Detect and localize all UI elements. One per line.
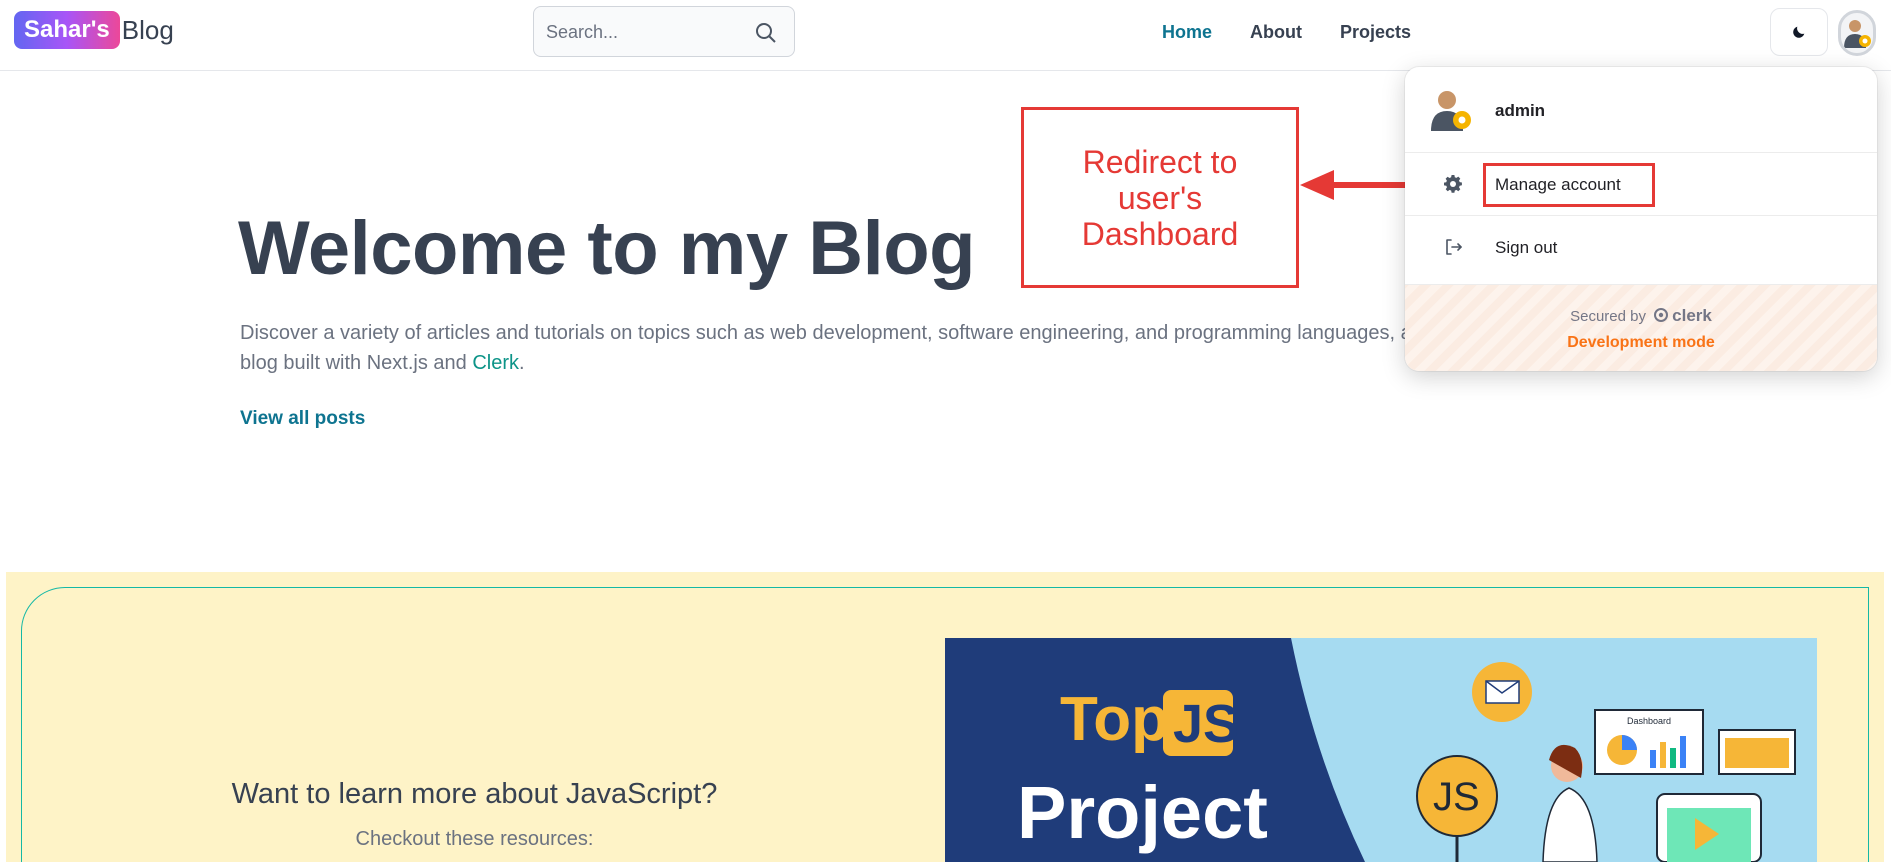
annotation-text: Redirect to user's Dashboard xyxy=(1082,144,1239,252)
annotation-line3: Dashboard xyxy=(1081,215,1239,252)
menu-footer: Secured by clerk Development mode xyxy=(1405,284,1877,371)
username: admin xyxy=(1495,101,1546,120)
promo-bulb-js-text: JS xyxy=(1433,775,1480,819)
promo-dashboard-label: Dashboard xyxy=(1627,716,1671,726)
site-header: Sahar's Blog Home About Projects xyxy=(0,0,1891,71)
promo-subtitle: Checkout these resources: xyxy=(355,828,594,850)
development-mode-label: Development mode xyxy=(1567,334,1715,351)
annotation-line1: Redirect to xyxy=(1082,143,1238,180)
search-box xyxy=(533,6,795,57)
nav-about[interactable]: About xyxy=(1250,22,1302,43)
gear-icon xyxy=(1444,175,1462,193)
promo-title: Want to learn more about JavaScript? xyxy=(231,778,718,810)
hero-description-end: . xyxy=(519,352,525,374)
promo-top-text: Top xyxy=(1060,685,1169,754)
theme-toggle-button[interactable] xyxy=(1770,8,1828,56)
promo-js-text: JS xyxy=(1173,694,1239,754)
sign-out-label: Sign out xyxy=(1495,238,1558,257)
user-avatar-icon xyxy=(1844,20,1871,48)
secured-by-label: Secured by xyxy=(1570,308,1646,325)
annotation-highlight xyxy=(1483,163,1655,207)
annotation-box: Redirect to user's Dashboard xyxy=(1021,107,1299,288)
annotation-line2: user's xyxy=(1117,179,1203,216)
hero-description: Discover a variety of articles and tutor… xyxy=(240,318,1420,378)
clerk-logo-icon xyxy=(1654,308,1669,322)
user-avatar-icon xyxy=(1431,91,1471,131)
user-info: admin xyxy=(1405,67,1877,153)
user-menu-dropdown: admin Manage account Sign out Secured by… xyxy=(1405,67,1877,371)
site-logo[interactable]: Sahar's Blog xyxy=(14,11,174,49)
clerk-link[interactable]: Clerk xyxy=(472,352,519,374)
hero-description-line1: Discover a variety of articles and tutor… xyxy=(240,322,1412,344)
logo-text: Blog xyxy=(121,15,174,45)
search-input[interactable] xyxy=(546,18,746,46)
view-all-posts-link[interactable]: View all posts xyxy=(240,408,365,430)
promo-image[interactable]: Top JS Project JS Dashboard xyxy=(945,638,1817,862)
nav-home[interactable]: Home xyxy=(1162,22,1212,43)
sign-out-icon xyxy=(1446,239,1462,255)
logo-badge: Sahar's xyxy=(14,11,120,49)
search-icon[interactable] xyxy=(754,21,778,45)
promo-illustration: Top JS Project JS Dashboard xyxy=(945,638,1817,862)
user-avatar-button[interactable] xyxy=(1838,10,1876,56)
hero-title: Welcome to my Blog xyxy=(238,206,976,291)
moon-icon xyxy=(1793,26,1805,38)
nav-projects[interactable]: Projects xyxy=(1340,22,1411,43)
secured-by: Secured by clerk xyxy=(1405,306,1877,326)
clerk-brand: clerk xyxy=(1672,306,1712,325)
manage-account-item[interactable]: Manage account xyxy=(1405,154,1877,216)
hero-description-line2: blog built with Next.js and xyxy=(240,352,473,374)
promo-project-text: Project xyxy=(1017,771,1268,854)
sign-out-item[interactable]: Sign out xyxy=(1405,217,1877,279)
